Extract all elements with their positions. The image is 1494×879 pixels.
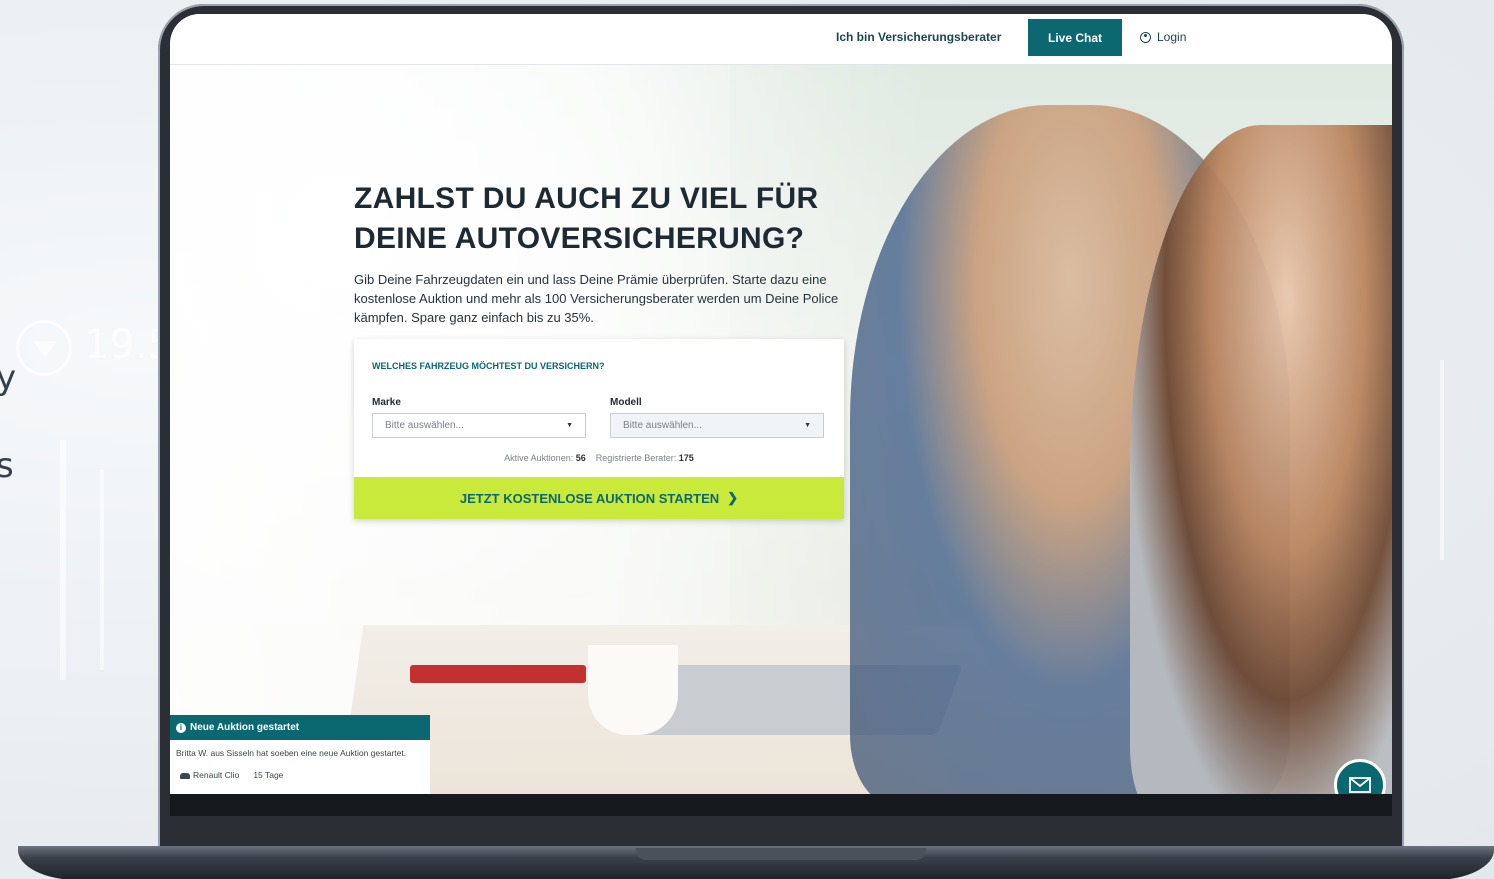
login-label: Login [1157,30,1187,44]
notification-body: Britta W. aus Sisseln hat soeben eine ne… [176,748,407,758]
form-question: WELCHES FAHRZEUG MÖCHTEST DU VERSICHERN? [372,361,605,371]
brand-label: Marke [372,397,401,408]
model-select[interactable]: Bitte auswählen... ▼ [610,413,824,438]
auction-stats: Aktive Auktionen: 56 Registrierte Berate… [354,453,844,463]
notification-meta: Renault Clio 15 Tage [170,760,430,780]
start-auction-button[interactable]: JETZT KOSTENLOSE AUKTION STARTEN ❯ [354,477,844,519]
vehicle-form-card: WELCHES FAHRZEUG MÖCHTEST DU VERSICHERN?… [354,339,844,519]
notification-car: Renault Clio [180,770,239,780]
chevron-down-icon: ▼ [804,422,811,429]
info-icon: i [176,722,186,733]
background-decoration [60,440,66,680]
chevron-down-icon: ▼ [566,422,573,429]
hero-section: ZAHLST DU AUCH ZU VIEL FÜR DEINE AUTOVER… [170,65,1392,816]
intro-text: Gib Deine Fahrzeugdaten ein und lass Dei… [354,272,839,325]
notification-title: Neue Auktion gestartet [190,722,300,733]
background-letter: s [0,446,14,486]
headline-line-1: ZAHLST DU AUCH ZU VIEL FÜR [354,182,819,215]
brand-select[interactable]: Bitte auswählen... ▼ [372,413,586,438]
site-header: Ich bin Versicherungsberater Live Chat L… [170,14,1392,65]
advisor-link[interactable]: Ich bin Versicherungsberater [836,30,1001,44]
hero-woman-image [1130,125,1392,815]
registered-advisors-label: Registrierte Berater: [595,453,677,463]
hero-cup [588,645,678,735]
background-decoration [1440,360,1444,560]
car-name: Renault Clio [193,770,240,780]
car-icon [180,772,190,779]
laptop-screen: Ich bin Versicherungsberater Live Chat L… [170,14,1392,816]
page-title: ZAHLST DU AUCH ZU VIEL FÜR DEINE AUTOVER… [354,179,874,259]
start-auction-label: JETZT KOSTENLOSE AUKTION STARTEN [459,490,720,506]
hero-book [410,665,586,683]
live-chat-button[interactable]: Live Chat [1028,19,1122,56]
background-decoration [100,470,104,670]
model-select-value: Bitte auswählen... [623,420,702,431]
screen-footer-bar [170,794,1392,816]
active-auctions-label: Aktive Auktionen: [504,453,574,463]
login-link[interactable]: Login [1140,30,1186,44]
headline-line-2: DEINE AUTOVERSICHERUNG? [354,222,805,255]
active-auctions-value: 56 [575,453,586,463]
mail-icon [1349,777,1371,793]
user-icon [1140,31,1151,43]
brand-select-value: Bitte auswählen... [385,420,464,431]
auction-duration: 15 Tage [253,770,284,780]
download-icon [16,320,72,376]
model-label: Modell [610,397,642,408]
notification-header: i Neue Auktion gestartet [170,715,430,740]
background-letter: y [0,358,17,398]
laptop-notch [636,848,926,860]
registered-advisors-value: 175 [678,453,694,463]
chevron-right-icon: ❯ [727,490,739,505]
